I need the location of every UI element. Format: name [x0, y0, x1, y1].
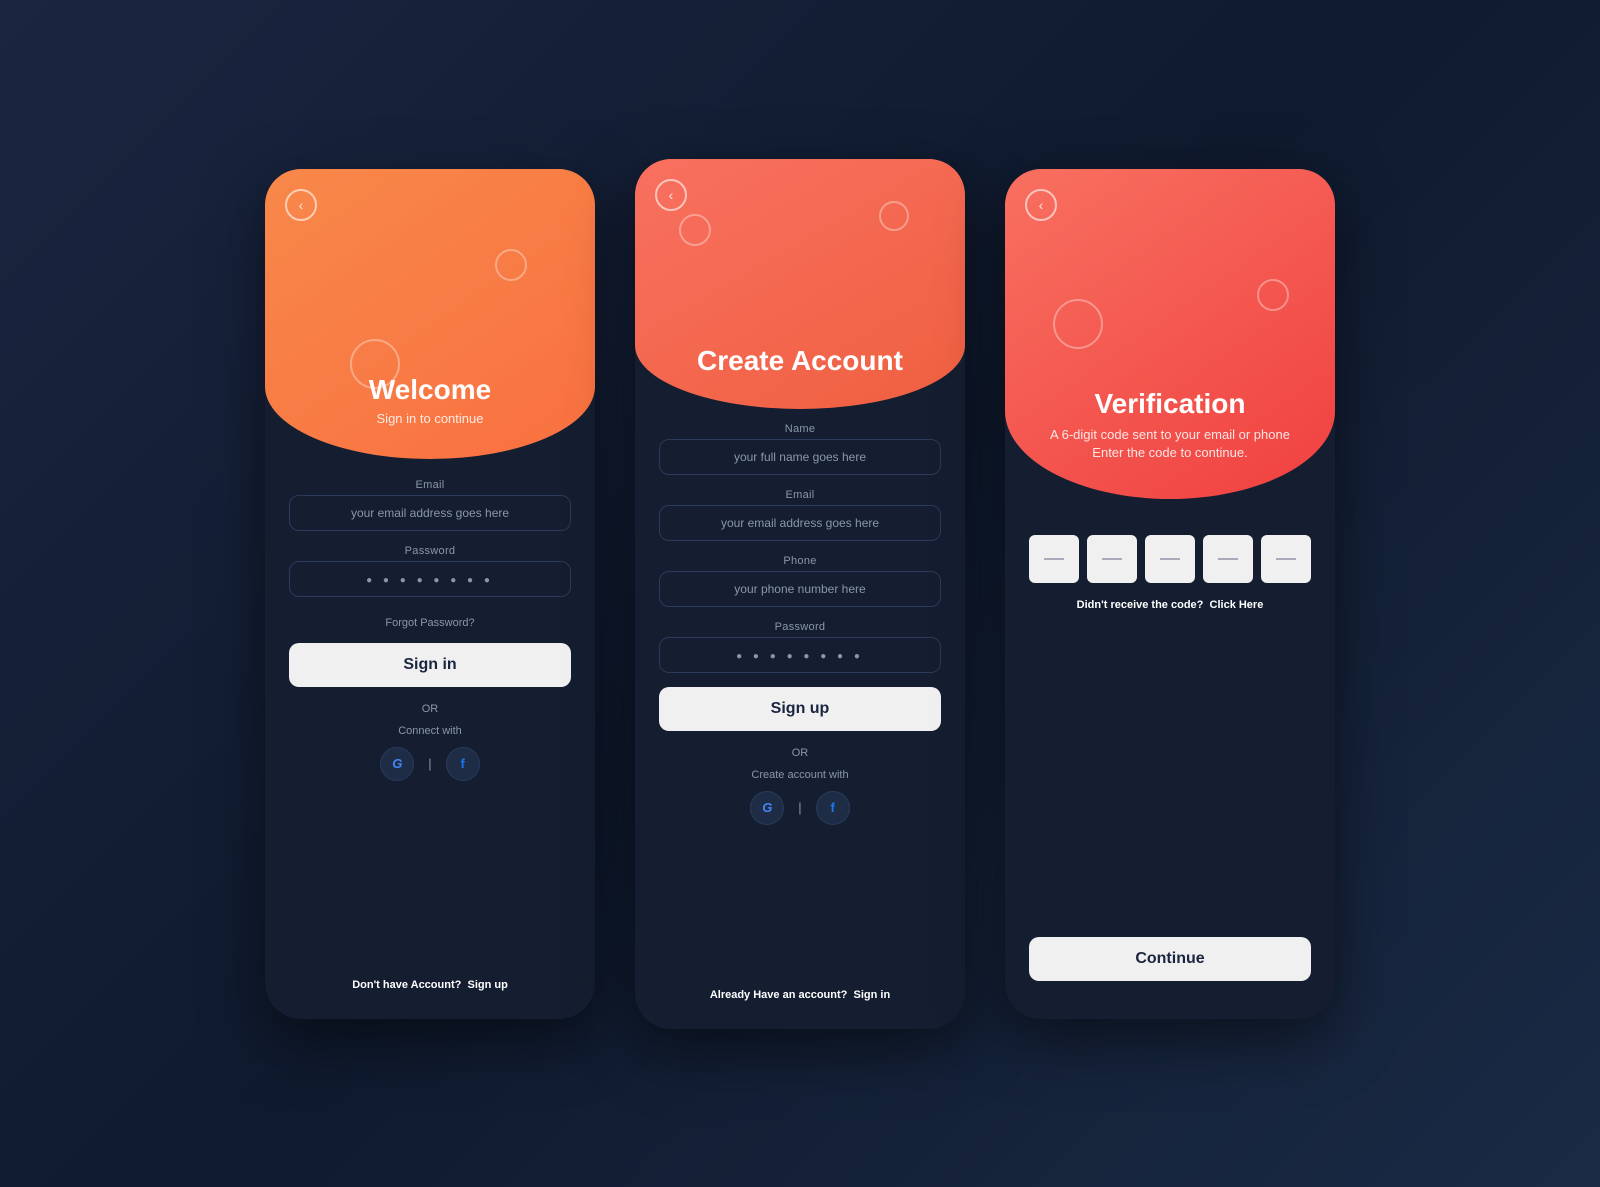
signin-card: ‹ Welcome Sign in to continue Email your…: [265, 169, 595, 1019]
signup-password-input[interactable]: ● ● ● ● ● ● ● ●: [659, 637, 941, 673]
signup-email-group: Email your email address goes here: [659, 489, 941, 541]
signup-name-group: Name your full name goes here: [659, 423, 941, 475]
google-icon-2: G: [762, 800, 772, 815]
signin-subtitle: Sign in to continue: [265, 410, 595, 428]
signup-card: ‹ Create Account Name your full name goe…: [635, 159, 965, 1029]
resend-text: Didn't receive the code? Click Here: [1029, 599, 1311, 611]
code-box-1[interactable]: [1029, 535, 1079, 583]
signin-email-label: Email: [289, 479, 571, 491]
signup-connect-label: Create account with: [659, 769, 941, 781]
code-box-4[interactable]: [1203, 535, 1253, 583]
signup-link[interactable]: Sign up: [467, 979, 507, 991]
back-button-signin[interactable]: ‹: [285, 189, 317, 221]
verify-card: ‹ Verification A 6-digit code sent to yo…: [1005, 169, 1335, 1019]
signin-link[interactable]: Sign in: [854, 989, 891, 1001]
signup-title: Create Account: [635, 345, 965, 377]
facebook-signin-button[interactable]: f: [446, 747, 480, 781]
forgot-password-link[interactable]: Forgot Password?: [289, 617, 571, 629]
signup-phone-input[interactable]: your phone number here: [659, 571, 941, 607]
google-icon: G: [392, 756, 402, 771]
signin-button[interactable]: Sign in: [289, 643, 571, 687]
signin-email-input[interactable]: your email address goes here: [289, 495, 571, 531]
google-signin-button[interactable]: G: [380, 747, 414, 781]
signin-bottom-text: Don't have Account? Sign up: [289, 969, 571, 991]
signin-title: Welcome: [265, 374, 595, 406]
back-button-verify[interactable]: ‹: [1025, 189, 1057, 221]
signup-name-label: Name: [659, 423, 941, 435]
signup-phone-group: Phone your phone number here: [659, 555, 941, 607]
signup-password-group: Password ● ● ● ● ● ● ● ●: [659, 621, 941, 673]
continue-button[interactable]: Continue: [1029, 937, 1311, 981]
signup-phone-label: Phone: [659, 555, 941, 567]
facebook-icon: f: [461, 756, 465, 771]
signin-password-group: Password ● ● ● ● ● ● ● ●: [289, 545, 571, 597]
deco-circle-2: [495, 249, 527, 281]
social-divider-2: |: [798, 800, 801, 815]
signup-social-row: G | f: [659, 791, 941, 825]
code-box-2[interactable]: [1087, 535, 1137, 583]
deco-circle-3: [679, 214, 711, 246]
code-box-3[interactable]: [1145, 535, 1195, 583]
code-box-5[interactable]: [1261, 535, 1311, 583]
verify-title: Verification: [1025, 388, 1315, 420]
resend-link[interactable]: Click Here: [1210, 599, 1264, 611]
signin-password-input[interactable]: ● ● ● ● ● ● ● ●: [289, 561, 571, 597]
deco-circle-5: [1053, 299, 1103, 349]
signin-connect-label: Connect with: [289, 725, 571, 737]
signup-email-label: Email: [659, 489, 941, 501]
google-signup-button[interactable]: G: [750, 791, 784, 825]
signin-email-group: Email your email address goes here: [289, 479, 571, 531]
signin-social-row: G | f: [289, 747, 571, 781]
verify-subtitle: A 6-digit code sent to your email or pho…: [1025, 426, 1315, 462]
back-button-signup[interactable]: ‹: [655, 179, 687, 211]
social-divider: |: [428, 756, 431, 771]
signup-or: OR: [659, 747, 941, 759]
signup-password-label: Password: [659, 621, 941, 633]
signup-button[interactable]: Sign up: [659, 687, 941, 731]
signup-email-input[interactable]: your email address goes here: [659, 505, 941, 541]
deco-circle-4: [879, 201, 909, 231]
facebook-icon-2: f: [831, 800, 835, 815]
signup-name-input[interactable]: your full name goes here: [659, 439, 941, 475]
verify-body: Didn't receive the code? Click Here Cont…: [1005, 499, 1335, 1019]
deco-circle-6: [1257, 279, 1289, 311]
facebook-signup-button[interactable]: f: [816, 791, 850, 825]
signin-body: Email your email address goes here Passw…: [265, 459, 595, 1019]
signup-bottom-text: Already Have an account? Sign in: [659, 979, 941, 1001]
signup-body: Name your full name goes here Email your…: [635, 409, 965, 1029]
signin-or: OR: [289, 703, 571, 715]
code-input-row: [1029, 535, 1311, 583]
signin-password-label: Password: [289, 545, 571, 557]
